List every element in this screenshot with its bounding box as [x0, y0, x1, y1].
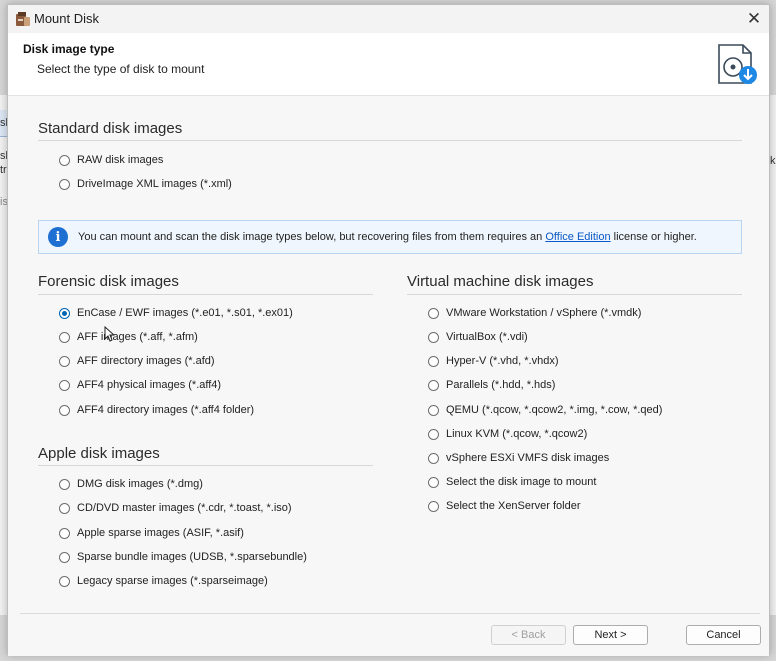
radio-button-selected[interactable] [59, 307, 70, 319]
radio-encase-ewf[interactable]: EnCase / EWF images (*.e01, *.s01, *.ex0… [59, 304, 293, 322]
back-button[interactable]: < Back [491, 625, 566, 645]
group-divider [407, 294, 742, 295]
radio-label: Select the XenServer folder [446, 500, 581, 512]
radio-button[interactable] [428, 500, 439, 512]
radio-virtualbox[interactable]: VirtualBox (*.vdi) [428, 328, 528, 346]
info-icon: i [48, 227, 68, 247]
radio-select-disk-image[interactable]: Select the disk image to mount [428, 473, 596, 491]
radio-label: Hyper-V (*.vhd, *.vhdx) [446, 355, 559, 367]
radio-label: DriveImage XML images (*.xml) [77, 178, 232, 190]
radio-driveimage-xml[interactable]: DriveImage XML images (*.xml) [59, 175, 232, 193]
radio-aff[interactable]: AFF images (*.aff, *.afm) [59, 328, 198, 346]
close-button[interactable]: ✕ [739, 5, 769, 33]
forensic-group-title: Forensic disk images [38, 273, 179, 290]
radio-button[interactable] [428, 404, 439, 416]
radio-label: EnCase / EWF images (*.e01, *.s01, *.ex0… [77, 307, 293, 319]
radio-label: AFF4 directory images (*.aff4 folder) [77, 404, 255, 416]
apple-group-title: Apple disk images [38, 445, 160, 462]
close-icon: ✕ [746, 9, 762, 28]
radio-aff-directory[interactable]: AFF directory images (*.afd) [59, 352, 215, 370]
radio-button[interactable] [59, 502, 70, 514]
radio-label: RAW disk images [77, 154, 164, 166]
radio-label: Parallels (*.hdd, *.hds) [446, 379, 556, 391]
background-text: tr [0, 164, 7, 176]
radio-apple-sparse[interactable]: Apple sparse images (ASIF, *.asif) [59, 524, 244, 542]
app-icon [16, 12, 30, 26]
standard-group-title: Standard disk images [38, 120, 183, 137]
radio-button[interactable] [428, 355, 439, 367]
radio-label: VirtualBox (*.vdi) [446, 331, 528, 343]
mouse-cursor-icon [104, 326, 114, 342]
radio-label: AFF images (*.aff, *.afm) [77, 331, 198, 343]
vm-group-title: Virtual machine disk images [407, 273, 594, 290]
page-title: Disk image type [23, 42, 115, 56]
radio-button[interactable] [59, 551, 70, 563]
radio-raw[interactable]: RAW disk images [59, 151, 163, 169]
radio-button[interactable] [59, 575, 70, 587]
radio-legacy-sparse[interactable]: Legacy sparse images (*.sparseimage) [59, 572, 268, 590]
radio-xenserver-folder[interactable]: Select the XenServer folder [428, 497, 581, 515]
disk-mount-icon [718, 44, 757, 84]
radio-button[interactable] [59, 379, 70, 391]
window-title: Mount Disk [34, 11, 100, 26]
radio-label: AFF directory images (*.afd) [77, 355, 215, 367]
info-text-after: license or higher. [610, 231, 697, 243]
radio-button[interactable] [59, 404, 70, 416]
radio-button[interactable] [59, 154, 70, 166]
radio-vsphere-esxi[interactable]: vSphere ESXi VMFS disk images [428, 449, 609, 467]
footer-divider [20, 613, 760, 614]
cancel-button[interactable]: Cancel [686, 625, 761, 645]
radio-label: Sparse bundle images (UDSB, *.sparsebund… [77, 551, 307, 563]
mount-disk-dialog: Mount Disk ✕ Disk image type Select the … [7, 4, 770, 656]
radio-aff4-directory[interactable]: AFF4 directory images (*.aff4 folder) [59, 401, 254, 419]
radio-vmware[interactable]: VMware Workstation / vSphere (*.vmdk) [428, 304, 641, 322]
radio-button[interactable] [428, 428, 439, 440]
radio-button[interactable] [59, 527, 70, 539]
title-bar: Mount Disk ✕ [8, 5, 769, 33]
radio-label: DMG disk images (*.dmg) [77, 478, 203, 490]
radio-sparse-bundle[interactable]: Sparse bundle images (UDSB, *.sparsebund… [59, 548, 307, 566]
radio-label: Legacy sparse images (*.sparseimage) [77, 575, 268, 587]
info-text: You can mount and scan the disk image ty… [78, 231, 697, 243]
radio-qemu[interactable]: QEMU (*.qcow, *.qcow2, *.img, *.cow, *.q… [428, 401, 662, 419]
group-divider [38, 140, 742, 141]
radio-parallels[interactable]: Parallels (*.hdd, *.hds) [428, 376, 555, 394]
radio-hyper-v[interactable]: Hyper-V (*.vhd, *.vhdx) [428, 352, 558, 370]
radio-button[interactable] [59, 178, 70, 190]
radio-button[interactable] [428, 379, 439, 391]
radio-button[interactable] [59, 478, 70, 490]
radio-label: AFF4 physical images (*.aff4) [77, 379, 222, 391]
radio-label: Apple sparse images (ASIF, *.asif) [77, 527, 244, 539]
info-text-before: You can mount and scan the disk image ty… [78, 231, 546, 243]
radio-label: Linux KVM (*.qcow, *.qcow2) [446, 428, 588, 440]
radio-button[interactable] [59, 355, 70, 367]
background-text: k [770, 155, 776, 167]
radio-cd-dvd-master[interactable]: CD/DVD master images (*.cdr, *.toast, *.… [59, 499, 292, 517]
group-divider [38, 465, 373, 466]
radio-linux-kvm[interactable]: Linux KVM (*.qcow, *.qcow2) [428, 425, 587, 443]
radio-button[interactable] [428, 476, 439, 488]
radio-button[interactable] [428, 452, 439, 464]
office-edition-link[interactable]: Office Edition [545, 231, 610, 243]
wizard-content: Standard disk images RAW disk images Dri… [8, 96, 769, 656]
next-button[interactable]: Next > [573, 625, 648, 645]
radio-label: VMware Workstation / vSphere (*.vmdk) [446, 307, 642, 319]
radio-label: vSphere ESXi VMFS disk images [446, 452, 610, 464]
radio-button[interactable] [428, 307, 439, 319]
page-subtitle: Select the type of disk to mount [37, 62, 205, 76]
info-banner: i You can mount and scan the disk image … [38, 220, 742, 254]
radio-label: Select the disk image to mount [446, 476, 597, 488]
radio-button[interactable] [59, 331, 70, 343]
radio-label: QEMU (*.qcow, *.qcow2, *.img, *.cow, *.q… [446, 404, 663, 416]
radio-button[interactable] [428, 331, 439, 343]
radio-aff4-physical[interactable]: AFF4 physical images (*.aff4) [59, 376, 221, 394]
wizard-header: Disk image type Select the type of disk … [8, 33, 769, 96]
radio-dmg[interactable]: DMG disk images (*.dmg) [59, 475, 203, 493]
group-divider [38, 294, 373, 295]
radio-label: CD/DVD master images (*.cdr, *.toast, *.… [77, 502, 292, 514]
